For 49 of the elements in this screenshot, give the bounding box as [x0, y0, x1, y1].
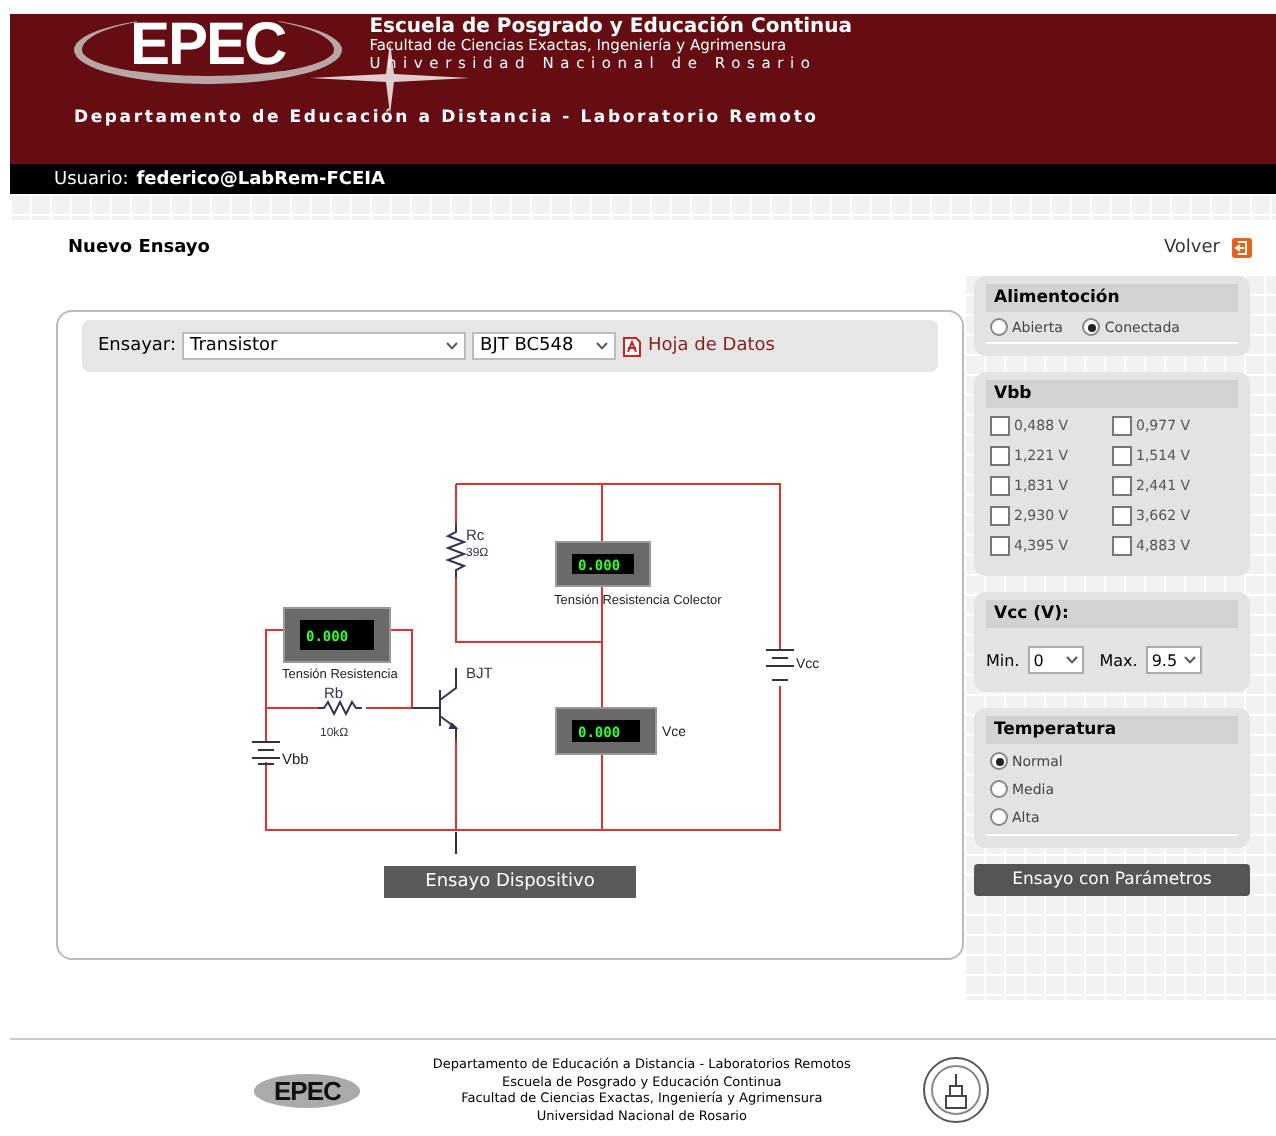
device-select[interactable]: Transistor — [182, 332, 467, 360]
panel-title: Alimentoción — [986, 284, 1238, 312]
resistor-drawing — [445, 523, 467, 579]
max-select[interactable]: 9.5 — [1145, 646, 1202, 674]
checkbox[interactable] — [1112, 446, 1132, 466]
radio-button[interactable] — [990, 808, 1008, 826]
radio-button[interactable] — [990, 780, 1008, 798]
checkbox[interactable] — [1112, 536, 1132, 556]
run-test-button[interactable]: Ensayo Dispositivo — [384, 866, 636, 898]
checkbox[interactable] — [990, 446, 1010, 466]
checkbox[interactable] — [990, 476, 1010, 496]
caret-icon — [596, 342, 609, 350]
radio-button[interactable] — [990, 318, 1008, 336]
caret-icon — [1065, 656, 1078, 664]
seal-icon — [922, 1056, 991, 1124]
panel-title: Vcc (V): — [986, 600, 1238, 628]
checkbox[interactable] — [990, 536, 1010, 556]
checkbox[interactable] — [1112, 416, 1132, 436]
run-parameters-button[interactable]: Ensayo con Parámetros — [974, 864, 1250, 896]
page-title: Nuevo Ensayo — [68, 237, 210, 257]
battery-drawing — [765, 649, 795, 681]
footer-logo: EPEC — [254, 1073, 361, 1107]
caret-icon — [446, 342, 459, 350]
caret-icon — [1183, 656, 1196, 664]
battery-drawing — [251, 741, 281, 765]
panel-title: Vbb — [986, 380, 1238, 408]
exit-icon — [1232, 237, 1252, 257]
department-title: Departamento de Educación a Distancia - Laboratorio Remoto — [74, 108, 819, 128]
model-select[interactable]: BJT BC548 — [472, 332, 617, 360]
transistor-drawing — [411, 667, 459, 741]
checkbox[interactable] — [990, 506, 1010, 526]
checkbox[interactable] — [1112, 476, 1132, 496]
checkbox[interactable] — [990, 416, 1010, 436]
banner-title: Escuela de Posgrado y Educación Continua — [369, 16, 853, 38]
radio-button[interactable] — [990, 752, 1008, 770]
min-select[interactable]: 0 — [1027, 646, 1084, 674]
radio-button[interactable] — [1082, 318, 1101, 336]
pdf-icon — [622, 335, 643, 357]
test-label: Ensayar: — [98, 336, 177, 356]
user-label: Usuario: — [54, 169, 129, 189]
site-logo: EPEC — [74, 16, 342, 84]
min-label: Min. — [986, 651, 1020, 669]
resistor-drawing — [317, 699, 363, 717]
checkbox[interactable] — [1112, 506, 1132, 526]
panel-title: Temperatura — [986, 716, 1238, 744]
user-name: federico@LabRem-FCEIA — [136, 169, 385, 189]
max-label: Max. — [1099, 651, 1138, 669]
back-link[interactable]: Volver — [1163, 237, 1252, 257]
datasheet-link[interactable]: Hoja de Datos — [648, 336, 775, 356]
